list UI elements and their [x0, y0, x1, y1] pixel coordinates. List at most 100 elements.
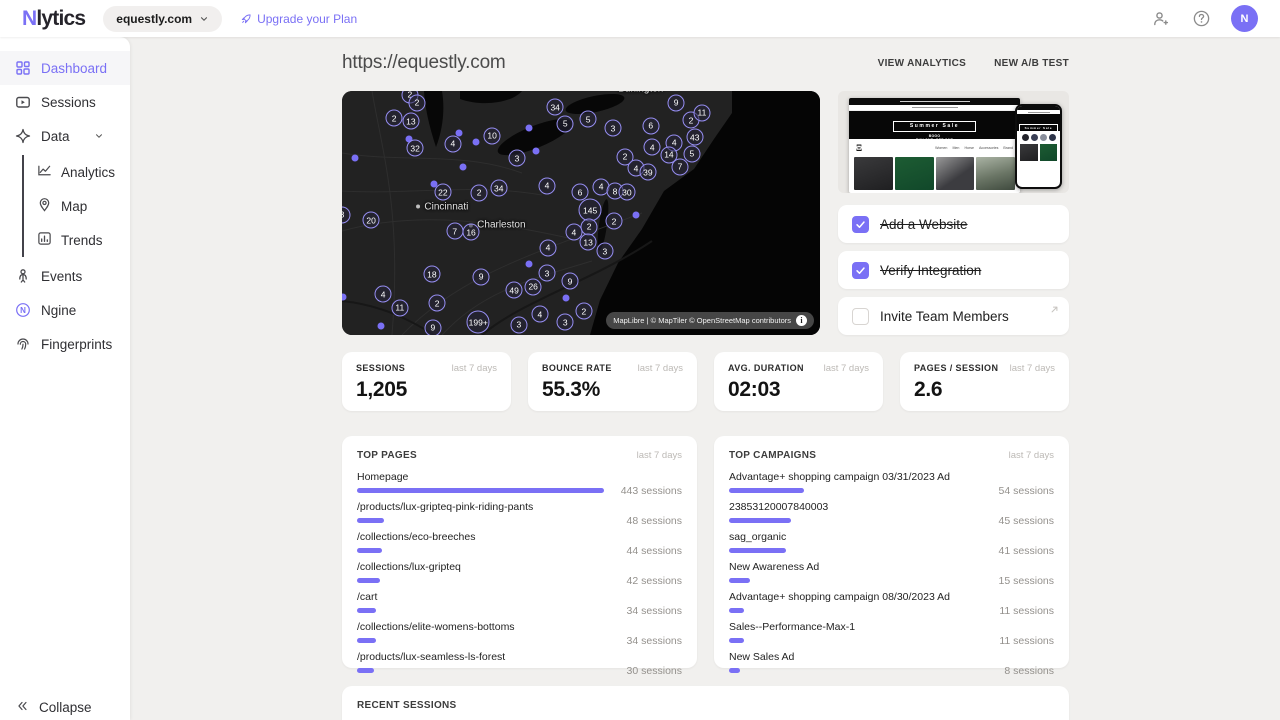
map-cluster[interactable]: 34	[490, 180, 507, 197]
list-item[interactable]: sag_organic41 sessions	[729, 531, 1054, 555]
map-cluster[interactable]: 39	[639, 164, 656, 181]
checklist-verify-integration[interactable]: Verify Integration	[838, 251, 1069, 289]
map-cluster[interactable]: 4	[444, 135, 461, 152]
list-item[interactable]: Sales--Performance-Max-111 sessions	[729, 621, 1054, 645]
list-item[interactable]: /collections/eco-breeches44 sessions	[357, 531, 682, 555]
card-title: TOP CAMPAIGNS	[729, 450, 816, 461]
user-avatar[interactable]: N	[1231, 5, 1258, 32]
map-cluster[interactable]: 4	[644, 139, 661, 156]
map-cluster[interactable]: 9	[424, 319, 441, 335]
map-cluster[interactable]: 2	[605, 213, 622, 230]
map-cluster[interactable]: 4	[375, 286, 392, 303]
map-cluster[interactable]: 20	[363, 212, 380, 229]
map-cluster[interactable]: 6	[642, 117, 659, 134]
map-cluster[interactable]: 3	[605, 120, 622, 137]
list-item[interactable]: /products/lux-seamless-ls-forest30 sessi…	[357, 651, 682, 675]
sidebar-item-map[interactable]: Map	[24, 189, 130, 223]
map-cluster[interactable]: 43	[686, 129, 703, 146]
map-point[interactable]	[632, 211, 639, 218]
map-cluster[interactable]: 2	[409, 94, 426, 111]
map-cluster[interactable]: 26	[525, 278, 542, 295]
upgrade-plan-link[interactable]: Upgrade your Plan	[240, 12, 357, 26]
list-item[interactable]: Homepage443 sessions	[357, 471, 682, 495]
website-preview[interactable]: Summer Sale BOGOBUY ONE, GET ONE50% OFF …	[838, 91, 1069, 193]
sidebar-item-fingerprints[interactable]: Fingerprints	[0, 327, 130, 361]
map-point[interactable]	[351, 155, 358, 162]
list-item[interactable]: /collections/lux-gripteq42 sessions	[357, 561, 682, 585]
view-analytics-button[interactable]: VIEW ANALYTICS	[878, 58, 966, 69]
sidebar-item-data[interactable]: Data	[0, 119, 130, 153]
sessions-map[interactable]: CincinnatiCharlestonBurlington 222133241…	[342, 91, 820, 335]
checkbox[interactable]	[852, 308, 869, 325]
map-point[interactable]	[533, 148, 540, 155]
map-city-label: Cincinnati	[416, 201, 468, 212]
map-cluster[interactable]: 2	[429, 295, 446, 312]
map-cluster[interactable]: 49	[506, 282, 523, 299]
map-cluster[interactable]: 32	[407, 140, 424, 157]
map-cluster[interactable]: 3	[510, 316, 527, 333]
list-item[interactable]: 2385312000784000345 sessions	[729, 501, 1054, 525]
map-cluster[interactable]: 7	[446, 223, 463, 240]
preview-nav-link: Accessories	[979, 146, 998, 150]
map-cluster[interactable]: 9	[668, 94, 685, 111]
map-cluster[interactable]: 16	[463, 224, 480, 241]
list-item[interactable]: /products/lux-gripteq-pink-riding-pants4…	[357, 501, 682, 525]
map-cluster[interactable]: 9	[562, 273, 579, 290]
sidebar-item-events[interactable]: Events	[0, 259, 130, 293]
map-cluster[interactable]: 13	[580, 234, 597, 251]
sidebar-collapse-button[interactable]: Collapse	[15, 699, 92, 716]
checklist-add-website[interactable]: Add a Website	[838, 205, 1069, 243]
map-cluster[interactable]: 4	[539, 177, 556, 194]
list-item[interactable]: New Awareness Ad15 sessions	[729, 561, 1054, 585]
list-item[interactable]: Advantage+ shopping campaign 08/30/2023 …	[729, 591, 1054, 615]
map-cluster[interactable]: 3	[557, 314, 574, 331]
checkbox[interactable]	[852, 262, 869, 279]
map-cluster[interactable]: 3	[508, 150, 525, 167]
sidebar-item-sessions[interactable]: Sessions	[0, 85, 130, 119]
map-cluster[interactable]: 22	[434, 184, 451, 201]
sidebar-item-ngine[interactable]: N Ngine	[0, 293, 130, 327]
map-point[interactable]	[525, 260, 532, 267]
checklist-invite-team[interactable]: Invite Team Members	[838, 297, 1069, 335]
map-cluster[interactable]: 11	[693, 104, 710, 121]
map-cluster[interactable]: 2	[471, 184, 488, 201]
help-button[interactable]	[1191, 9, 1211, 29]
list-item[interactable]: New Sales Ad8 sessions	[729, 651, 1054, 675]
list-item[interactable]: /collections/elite-womens-bottoms34 sess…	[357, 621, 682, 645]
stat-label: BOUNCE RATE	[542, 363, 612, 373]
map-cluster[interactable]: 30	[618, 184, 635, 201]
map-cluster[interactable]: 7	[671, 158, 688, 175]
map-cluster[interactable]: 6	[572, 184, 589, 201]
domain-selector[interactable]: equestly.com	[103, 6, 222, 32]
map-cluster[interactable]: 3	[596, 243, 613, 260]
map-point[interactable]	[472, 138, 479, 145]
map-cluster[interactable]: 5	[557, 115, 574, 132]
item-bar	[729, 638, 744, 643]
map-cluster[interactable]: 2	[575, 303, 592, 320]
map-cluster[interactable]: 4	[540, 239, 557, 256]
sidebar-item-trends[interactable]: Trends	[24, 223, 130, 257]
map-cluster[interactable]: 18	[423, 266, 440, 283]
map-cluster[interactable]: 3	[539, 265, 556, 282]
sidebar-item-analytics[interactable]: Analytics	[24, 155, 130, 189]
new-ab-test-button[interactable]: NEW A/B TEST	[994, 58, 1069, 69]
invite-user-button[interactable]	[1151, 9, 1171, 29]
map-cluster[interactable]: 11	[391, 299, 408, 316]
map-point[interactable]	[378, 322, 385, 329]
sidebar-item-dashboard[interactable]: Dashboard	[0, 51, 130, 85]
map-point[interactable]	[563, 294, 570, 301]
map-cluster[interactable]: 34	[547, 99, 564, 116]
map-cluster[interactable]: 2	[386, 110, 403, 127]
list-item[interactable]: /cart34 sessions	[357, 591, 682, 615]
checkbox[interactable]	[852, 216, 869, 233]
map-cluster[interactable]: 4	[531, 306, 548, 323]
list-item[interactable]: Advantage+ shopping campaign 03/31/2023 …	[729, 471, 1054, 495]
map-cluster[interactable]: 10	[484, 127, 501, 144]
map-cluster[interactable]: 9	[473, 268, 490, 285]
map-point[interactable]	[525, 125, 532, 132]
map-cluster[interactable]: 5	[580, 111, 597, 128]
map-cluster[interactable]: 199+	[467, 311, 490, 334]
map-point[interactable]	[459, 163, 466, 170]
info-icon[interactable]: i	[796, 315, 807, 326]
map-cluster[interactable]: 13	[402, 113, 419, 130]
